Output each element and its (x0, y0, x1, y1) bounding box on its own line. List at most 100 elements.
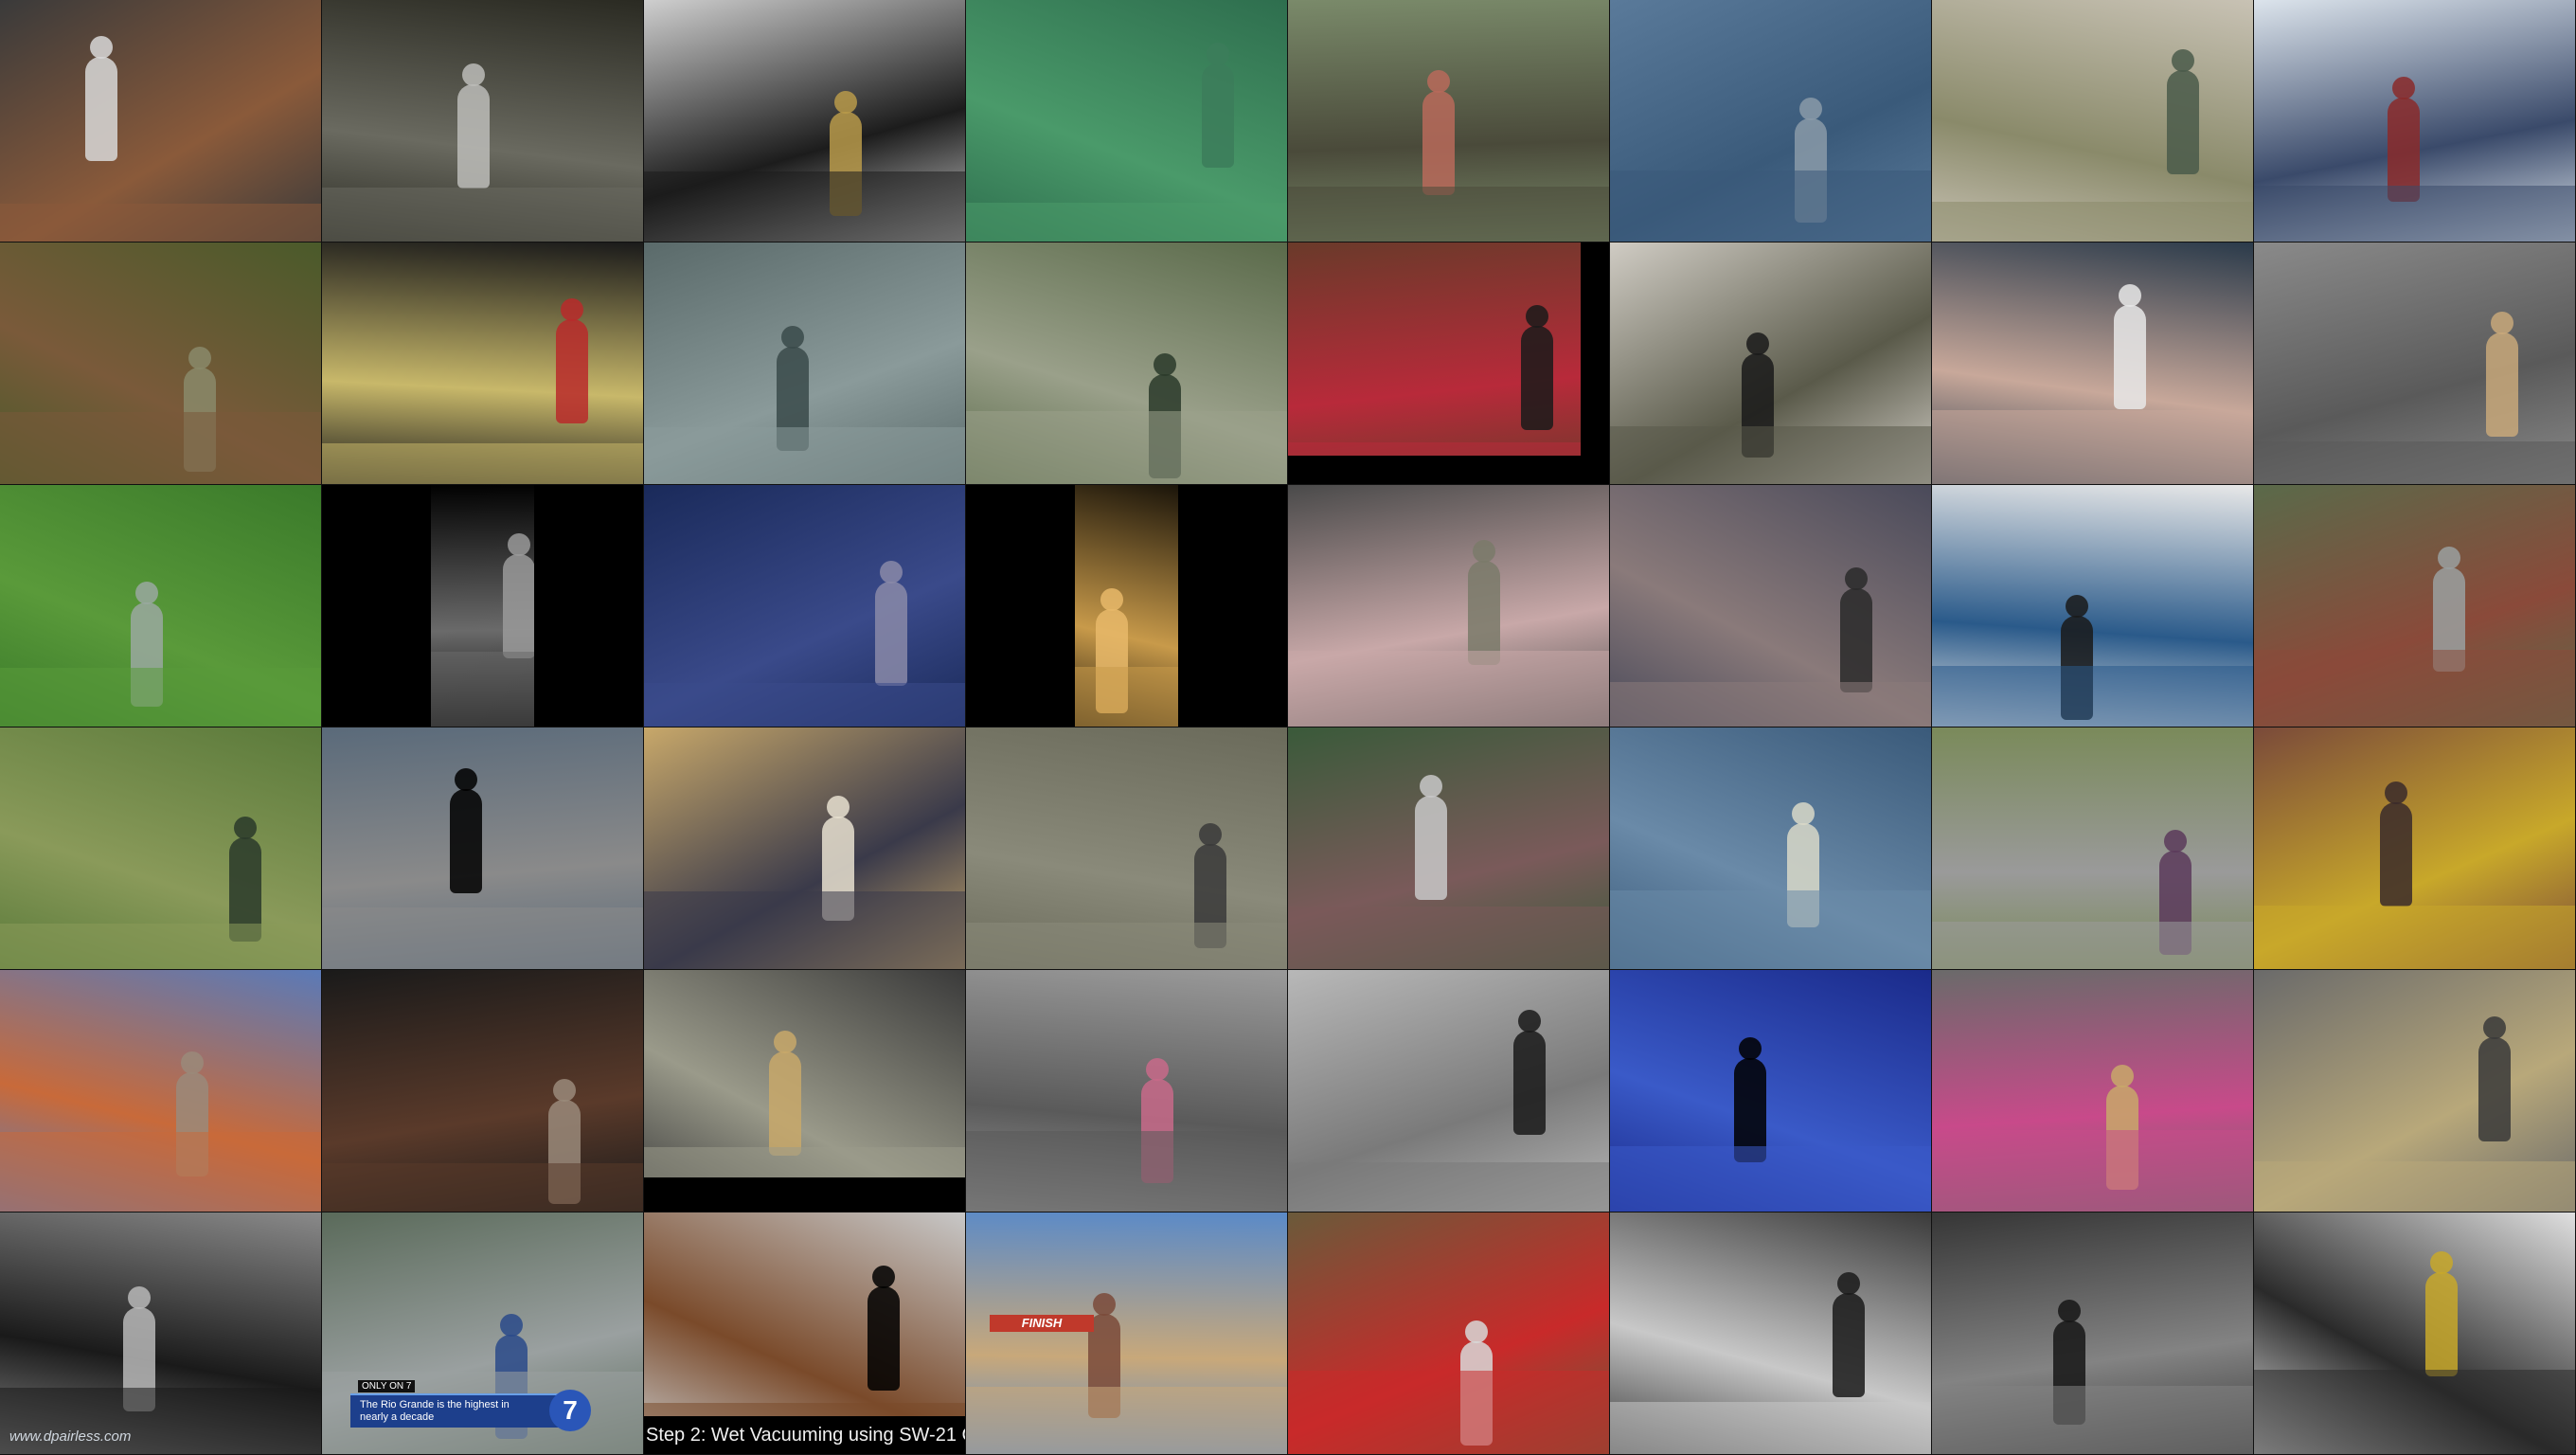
ground-band (1288, 651, 1609, 727)
figure-head (500, 1314, 523, 1337)
video-thumbnail-mosaic: www.dpairless.com ONLY ON 7 The Rio Grande… (0, 0, 2576, 1455)
letterbox-right (534, 485, 643, 727)
figure-silhouette (85, 57, 117, 161)
ground-band (644, 171, 965, 242)
thumbnail-blue-stage-dance (1610, 970, 1932, 1212)
thumbnail-city-dusk (1610, 485, 1932, 728)
letterbox-right (1581, 242, 1609, 484)
ground-band (644, 427, 965, 484)
thumbnail-stage-breakdance (644, 485, 966, 728)
thumbnail-workshop-boy (1610, 1212, 1932, 1455)
figure-head (128, 1286, 151, 1309)
thumbnail-karate-stage (1288, 242, 1610, 485)
thumbnail-kayak-rapids: ONLY ON 7 The Rio Grande is the highest i… (322, 1212, 644, 1455)
thumbnail-jump-rope-gym (2254, 242, 2576, 485)
figure-head (1199, 823, 1222, 846)
ground-band (644, 683, 965, 727)
thumbnail-trail-riding (0, 242, 322, 485)
ground-band (2254, 906, 2575, 969)
thumbnail-pumpkin-carving (966, 485, 1288, 728)
figure-silhouette (450, 789, 482, 893)
ground-band (322, 443, 643, 484)
figure-head (2172, 49, 2194, 72)
thumbnail-pole-climb (322, 728, 644, 970)
news-lower-third: ONLY ON 7 The Rio Grande is the highest i… (350, 1380, 568, 1428)
figure-head (827, 796, 850, 818)
ground-band (2254, 1161, 2575, 1212)
figure-silhouette (457, 84, 490, 189)
figure-head (1799, 98, 1822, 120)
figure-silhouette (1422, 91, 1455, 195)
figure-head (1420, 775, 1442, 798)
thumbnail-pressure-wash: www.dpairless.com (0, 1212, 322, 1455)
video-caption: www.dpairless.com (9, 1428, 132, 1445)
thumbnail-bw-portrait (1932, 1212, 2254, 1455)
ground-band (2254, 186, 2575, 242)
figure-head (2438, 547, 2460, 569)
ground-band (1932, 1386, 2253, 1454)
letterbox-right (1178, 485, 1287, 727)
figure-head (2385, 781, 2407, 804)
ground-band (1932, 922, 2253, 969)
figure-head (1792, 802, 1815, 825)
thumbnail-horse-arena (1932, 0, 2254, 242)
figure-head (1739, 1037, 1762, 1060)
thumbnail-wall-climb (966, 728, 1288, 970)
ground-band (322, 907, 643, 969)
ground-band (1288, 1162, 1609, 1212)
figure-head (2164, 830, 2187, 853)
thumbnail-tree-field (966, 242, 1288, 485)
ground-band (644, 891, 965, 969)
thumbnail-lawn-yard (0, 485, 322, 728)
letterbox-left (322, 485, 431, 727)
figure-silhouette (503, 554, 535, 658)
figure-head (2392, 77, 2415, 99)
thumbnail-situps-woman (1932, 485, 2254, 728)
thumbnail-gym-machine (966, 970, 1288, 1212)
news-headline: The Rio Grande is the highest in nearly … (360, 1399, 510, 1423)
figure-head (2483, 1016, 2506, 1039)
figure-head (90, 36, 113, 59)
ground-band (1932, 410, 2253, 484)
thumbnail-trampoline-flip (0, 970, 322, 1212)
ground-band (1288, 1371, 1609, 1454)
ground-band (2254, 650, 2575, 727)
figure-head (1473, 540, 1495, 563)
video-caption: Step 2: Wet Vacuuming using SW-21 Combi (646, 1425, 965, 1446)
figure-head (181, 1051, 204, 1074)
ground-band (1932, 1130, 2253, 1212)
figure-silhouette (1415, 796, 1447, 900)
thumbnail-curling-rink (2254, 0, 2576, 242)
ground-band (2254, 1370, 2575, 1454)
thumbnail-tug-of-war (1288, 1212, 1610, 1455)
figure-head (1207, 43, 1229, 65)
thumbnail-gym-dance (644, 242, 966, 485)
thumbnail-windsurf-wave (1610, 728, 1932, 970)
figure-head (234, 817, 257, 839)
thumbnail-squash-court (966, 0, 1288, 242)
letterbox-bottom (1288, 456, 1609, 484)
thumbnail-mud-tug (2254, 728, 2576, 970)
figure-head (774, 1031, 796, 1053)
ground-band (1288, 907, 1609, 969)
ground-band (966, 923, 1287, 969)
figure-head (2430, 1251, 2453, 1274)
ground-band (0, 668, 321, 727)
figure-silhouette (1468, 561, 1500, 665)
figure-silhouette (1513, 1031, 1546, 1135)
ground-band (0, 1132, 321, 1212)
figure-silhouette (2380, 802, 2412, 907)
figure-silhouette (1202, 63, 1234, 168)
figure-head (462, 63, 485, 86)
figure-head (2491, 312, 2513, 334)
thumbnail-acoustic-guitar (322, 970, 644, 1212)
figure-head (1526, 305, 1548, 328)
ground-band (1288, 187, 1609, 242)
ground-band (322, 1163, 643, 1212)
figure-silhouette (1833, 1293, 1865, 1397)
figure-head (1100, 588, 1123, 611)
figure-head (561, 298, 583, 321)
thumbnail-band-session (644, 970, 966, 1212)
letterbox-bottom (644, 1177, 965, 1212)
figure-head (1427, 70, 1450, 93)
